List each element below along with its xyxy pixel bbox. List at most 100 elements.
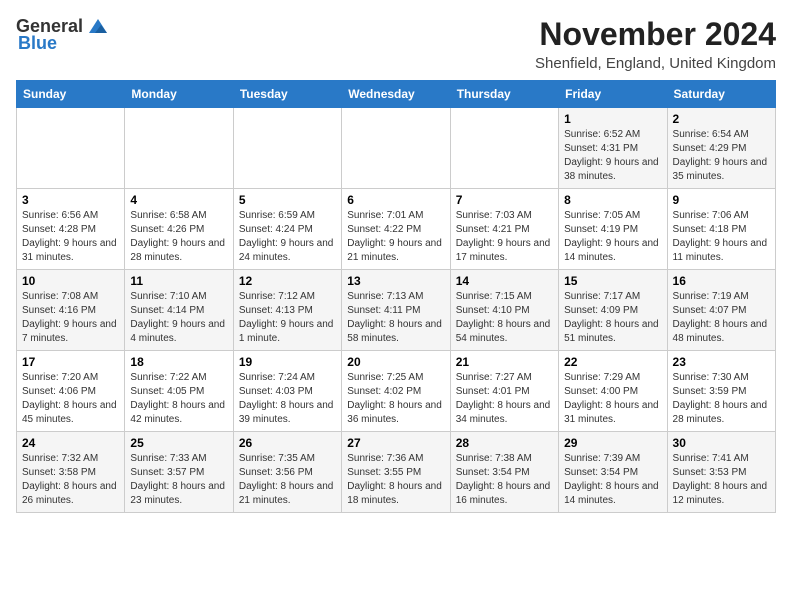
calendar-cell: 28Sunrise: 7:38 AM Sunset: 3:54 PM Dayli… — [450, 432, 558, 513]
logo: General Blue — [16, 16, 109, 54]
calendar-cell — [125, 108, 233, 189]
calendar-cell: 26Sunrise: 7:35 AM Sunset: 3:56 PM Dayli… — [233, 432, 341, 513]
calendar-cell: 17Sunrise: 7:20 AM Sunset: 4:06 PM Dayli… — [17, 351, 125, 432]
weekday-header-friday: Friday — [559, 81, 667, 108]
day-number: 5 — [239, 193, 336, 207]
calendar-cell: 20 Sunrise: 7:25 AM Sunset: 4:02 PM Dayli… — [342, 351, 450, 432]
day-info: Sunrise: 7:33 AM Sunset: 3:57 PM Dayligh… — [130, 452, 227, 508]
calendar-cell — [450, 108, 558, 189]
title-area: November 2024 Shenfield, England, United… — [535, 16, 776, 72]
day-number: 28 — [456, 436, 553, 450]
day-number: 23 — [673, 355, 770, 369]
day-info: Sunrise: 7:01 AM Sunset: 4:22 PM Dayligh… — [347, 209, 444, 265]
day-number: 16 — [673, 274, 770, 288]
day-info: Sunrise: 7:30 AM Sunset: 3:59 PM Dayligh… — [673, 371, 770, 427]
calendar-week-3: 10 Sunrise: 7:08 AM Sunset: 4:16 PM Dayli… — [17, 270, 776, 351]
day-number: 15 — [564, 274, 661, 288]
day-number: 2 — [673, 112, 770, 126]
calendar-cell: 27Sunrise: 7:36 AM Sunset: 3:55 PM Dayli… — [342, 432, 450, 513]
calendar-cell: 4 Sunrise: 6:58 AM Sunset: 4:26 PM Daylig… — [125, 189, 233, 270]
location-subtitle: Shenfield, England, United Kingdom — [535, 55, 776, 72]
calendar-week-5: 24Sunrise: 7:32 AM Sunset: 3:58 PM Dayli… — [17, 432, 776, 513]
day-number: 3 — [22, 193, 119, 207]
calendar-cell: 19Sunrise: 7:24 AM Sunset: 4:03 PM Dayli… — [233, 351, 341, 432]
day-number: 25 — [130, 436, 227, 450]
calendar-cell: 11 Sunrise: 7:10 AM Sunset: 4:14 PM Dayli… — [125, 270, 233, 351]
day-info: Sunrise: 7:15 AM Sunset: 4:10 PM Dayligh… — [456, 290, 553, 346]
day-info: Sunrise: 7:19 AM Sunset: 4:07 PM Dayligh… — [673, 290, 770, 346]
calendar-week-2: 3 Sunrise: 6:56 AM Sunset: 4:28 PM Daylig… — [17, 189, 776, 270]
day-number: 13 — [347, 274, 444, 288]
day-number: 7 — [456, 193, 553, 207]
day-info: Sunrise: 6:56 AM Sunset: 4:28 PM Dayligh… — [22, 209, 119, 265]
calendar-cell: 8 Sunrise: 7:05 AM Sunset: 4:19 PM Daylig… — [559, 189, 667, 270]
day-number: 17 — [22, 355, 119, 369]
day-number: 8 — [564, 193, 661, 207]
day-info: Sunrise: 7:32 AM Sunset: 3:58 PM Dayligh… — [22, 452, 119, 508]
calendar-cell: 25 Sunrise: 7:33 AM Sunset: 3:57 PM Dayli… — [125, 432, 233, 513]
calendar-week-1: 1 Sunrise: 6:52 AM Sunset: 4:31 PM Daylig… — [17, 108, 776, 189]
day-info: Sunrise: 7:05 AM Sunset: 4:19 PM Dayligh… — [564, 209, 661, 265]
calendar-week-4: 17Sunrise: 7:20 AM Sunset: 4:06 PM Dayli… — [17, 351, 776, 432]
calendar-cell: 21 Sunrise: 7:27 AM Sunset: 4:01 PM Dayli… — [450, 351, 558, 432]
calendar-cell: 22 Sunrise: 7:29 AM Sunset: 4:00 PM Dayli… — [559, 351, 667, 432]
weekday-header-monday: Monday — [125, 81, 233, 108]
weekday-header-thursday: Thursday — [450, 81, 558, 108]
calendar-cell: 5Sunrise: 6:59 AM Sunset: 4:24 PM Daylig… — [233, 189, 341, 270]
calendar-cell: 2 Sunrise: 6:54 AM Sunset: 4:29 PM Daylig… — [667, 108, 775, 189]
day-number: 10 — [22, 274, 119, 288]
day-info: Sunrise: 7:03 AM Sunset: 4:21 PM Dayligh… — [456, 209, 553, 265]
month-title: November 2024 — [535, 16, 776, 53]
day-number: 4 — [130, 193, 227, 207]
day-info: Sunrise: 7:06 AM Sunset: 4:18 PM Dayligh… — [673, 209, 770, 265]
day-number: 19 — [239, 355, 336, 369]
header: General Blue November 2024 Shenfield, En… — [16, 16, 776, 72]
day-info: Sunrise: 7:10 AM Sunset: 4:14 PM Dayligh… — [130, 290, 227, 346]
day-number: 29 — [564, 436, 661, 450]
day-number: 6 — [347, 193, 444, 207]
calendar-cell: 14 Sunrise: 7:15 AM Sunset: 4:10 PM Dayli… — [450, 270, 558, 351]
calendar-cell: 9Sunrise: 7:06 AM Sunset: 4:18 PM Daylig… — [667, 189, 775, 270]
calendar-cell: 30Sunrise: 7:41 AM Sunset: 3:53 PM Dayli… — [667, 432, 775, 513]
day-info: Sunrise: 7:36 AM Sunset: 3:55 PM Dayligh… — [347, 452, 444, 508]
day-number: 12 — [239, 274, 336, 288]
day-number: 21 — [456, 355, 553, 369]
day-info: Sunrise: 7:29 AM Sunset: 4:00 PM Dayligh… — [564, 371, 661, 427]
calendar-cell — [17, 108, 125, 189]
calendar-cell: 15 Sunrise: 7:17 AM Sunset: 4:09 PM Dayli… — [559, 270, 667, 351]
calendar-cell — [233, 108, 341, 189]
calendar-cell — [342, 108, 450, 189]
day-info: Sunrise: 7:25 AM Sunset: 4:02 PM Dayligh… — [347, 371, 444, 427]
day-info: Sunrise: 7:13 AM Sunset: 4:11 PM Dayligh… — [347, 290, 444, 346]
day-number: 22 — [564, 355, 661, 369]
day-info: Sunrise: 7:17 AM Sunset: 4:09 PM Dayligh… — [564, 290, 661, 346]
weekday-header-saturday: Saturday — [667, 81, 775, 108]
calendar-cell: 6 Sunrise: 7:01 AM Sunset: 4:22 PM Daylig… — [342, 189, 450, 270]
day-info: Sunrise: 6:52 AM Sunset: 4:31 PM Dayligh… — [564, 128, 661, 184]
weekday-header-sunday: Sunday — [17, 81, 125, 108]
day-info: Sunrise: 7:12 AM Sunset: 4:13 PM Dayligh… — [239, 290, 336, 346]
day-info: Sunrise: 7:35 AM Sunset: 3:56 PM Dayligh… — [239, 452, 336, 508]
day-info: Sunrise: 7:27 AM Sunset: 4:01 PM Dayligh… — [456, 371, 553, 427]
day-number: 30 — [673, 436, 770, 450]
calendar-cell: 7 Sunrise: 7:03 AM Sunset: 4:21 PM Daylig… — [450, 189, 558, 270]
day-info: Sunrise: 7:22 AM Sunset: 4:05 PM Dayligh… — [130, 371, 227, 427]
calendar-cell: 1 Sunrise: 6:52 AM Sunset: 4:31 PM Daylig… — [559, 108, 667, 189]
weekday-header-tuesday: Tuesday — [233, 81, 341, 108]
day-info: Sunrise: 7:39 AM Sunset: 3:54 PM Dayligh… — [564, 452, 661, 508]
day-info: Sunrise: 6:58 AM Sunset: 4:26 PM Dayligh… — [130, 209, 227, 265]
calendar-cell: 16 Sunrise: 7:19 AM Sunset: 4:07 PM Dayli… — [667, 270, 775, 351]
day-info: Sunrise: 7:08 AM Sunset: 4:16 PM Dayligh… — [22, 290, 119, 346]
day-info: Sunrise: 6:54 AM Sunset: 4:29 PM Dayligh… — [673, 128, 770, 184]
calendar-cell: 10 Sunrise: 7:08 AM Sunset: 4:16 PM Dayli… — [17, 270, 125, 351]
calendar-cell: 12 Sunrise: 7:12 AM Sunset: 4:13 PM Dayli… — [233, 270, 341, 351]
day-number: 11 — [130, 274, 227, 288]
calendar-cell: 3 Sunrise: 6:56 AM Sunset: 4:28 PM Daylig… — [17, 189, 125, 270]
calendar-cell: 29 Sunrise: 7:39 AM Sunset: 3:54 PM Dayli… — [559, 432, 667, 513]
weekday-header-wednesday: Wednesday — [342, 81, 450, 108]
day-number: 20 — [347, 355, 444, 369]
calendar-cell: 23 Sunrise: 7:30 AM Sunset: 3:59 PM Dayli… — [667, 351, 775, 432]
day-number: 14 — [456, 274, 553, 288]
day-number: 18 — [130, 355, 227, 369]
day-number: 1 — [564, 112, 661, 126]
